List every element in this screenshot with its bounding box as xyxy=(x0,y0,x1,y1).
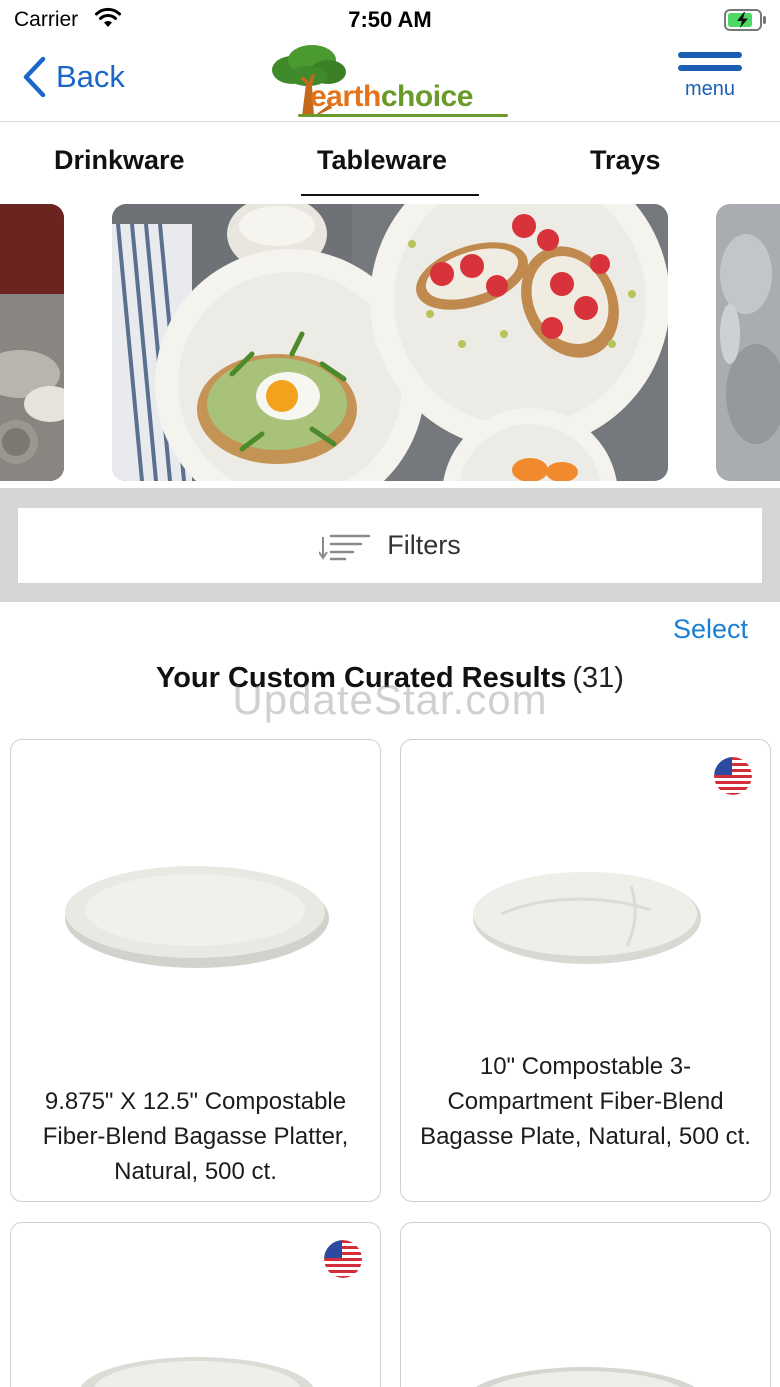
product-card-2[interactable]: 10" Compostable 3-Compartment Fiber-Blen… xyxy=(400,739,771,1202)
usa-flag-icon xyxy=(714,757,752,795)
status-bar: Carrier 7:50 AM xyxy=(0,0,780,40)
product-card-4[interactable] xyxy=(400,1222,771,1387)
logo-wordmark: earthchoice xyxy=(310,80,473,114)
carousel-slide-tableware[interactable] xyxy=(112,204,668,481)
hamburger-icon-middle-bar xyxy=(678,65,742,71)
carousel-slide-previous[interactable] xyxy=(0,204,64,481)
product-card-3[interactable] xyxy=(10,1222,381,1387)
earthchoice-logo: earthchoice xyxy=(270,44,510,118)
status-time: 7:50 AM xyxy=(348,7,432,32)
back-button[interactable]: Back xyxy=(22,56,125,98)
bowl-product-image xyxy=(475,1367,695,1387)
chevron-left-icon xyxy=(23,56,46,98)
nav-bar: Back earthchoice menu xyxy=(0,40,780,122)
plate-product-image xyxy=(80,1357,314,1387)
logo-earth-text: earth xyxy=(310,80,381,113)
image-carousel[interactable] xyxy=(0,204,780,482)
usa-flag-icon xyxy=(324,1240,362,1278)
logo-underline xyxy=(298,114,508,117)
filter-bar: Filters xyxy=(0,488,780,602)
filters-button[interactable]: Filters xyxy=(18,508,762,583)
select-button[interactable]: Select xyxy=(673,614,748,645)
tab-tableware[interactable]: Tableware xyxy=(317,145,447,176)
filters-label: Filters xyxy=(387,530,461,560)
menu-button[interactable]: menu xyxy=(676,52,744,102)
watermark: UpdateStar.com xyxy=(232,676,548,723)
logo-choice-text: choice xyxy=(380,80,474,113)
tab-drinkware[interactable]: Drinkware xyxy=(54,145,185,176)
platter-product-image xyxy=(65,866,329,968)
hamburger-icon-top-bar xyxy=(678,52,742,58)
tableware-hero-image xyxy=(112,204,668,481)
battery-charging-icon xyxy=(724,9,766,31)
product-title: 10" Compostable 3-Compartment Fiber-Blen… xyxy=(420,1053,751,1150)
category-tabs: Drinkware Tableware Trays xyxy=(0,123,780,199)
menu-label: menu xyxy=(684,78,736,100)
carousel-previous-image xyxy=(0,204,64,481)
carousel-slide-next[interactable] xyxy=(716,204,780,481)
tab-trays[interactable]: Trays xyxy=(590,145,661,176)
back-label: Back xyxy=(56,59,125,94)
product-title: 9.875" X 12.5" Compostable Fiber-Blend B… xyxy=(42,1088,349,1185)
carousel-next-image xyxy=(716,204,780,481)
product-card-1[interactable]: 9.875" X 12.5" Compostable Fiber-Blend B… xyxy=(10,739,381,1202)
tab-selected-indicator xyxy=(301,194,479,196)
sort-filter-icon xyxy=(319,534,371,560)
